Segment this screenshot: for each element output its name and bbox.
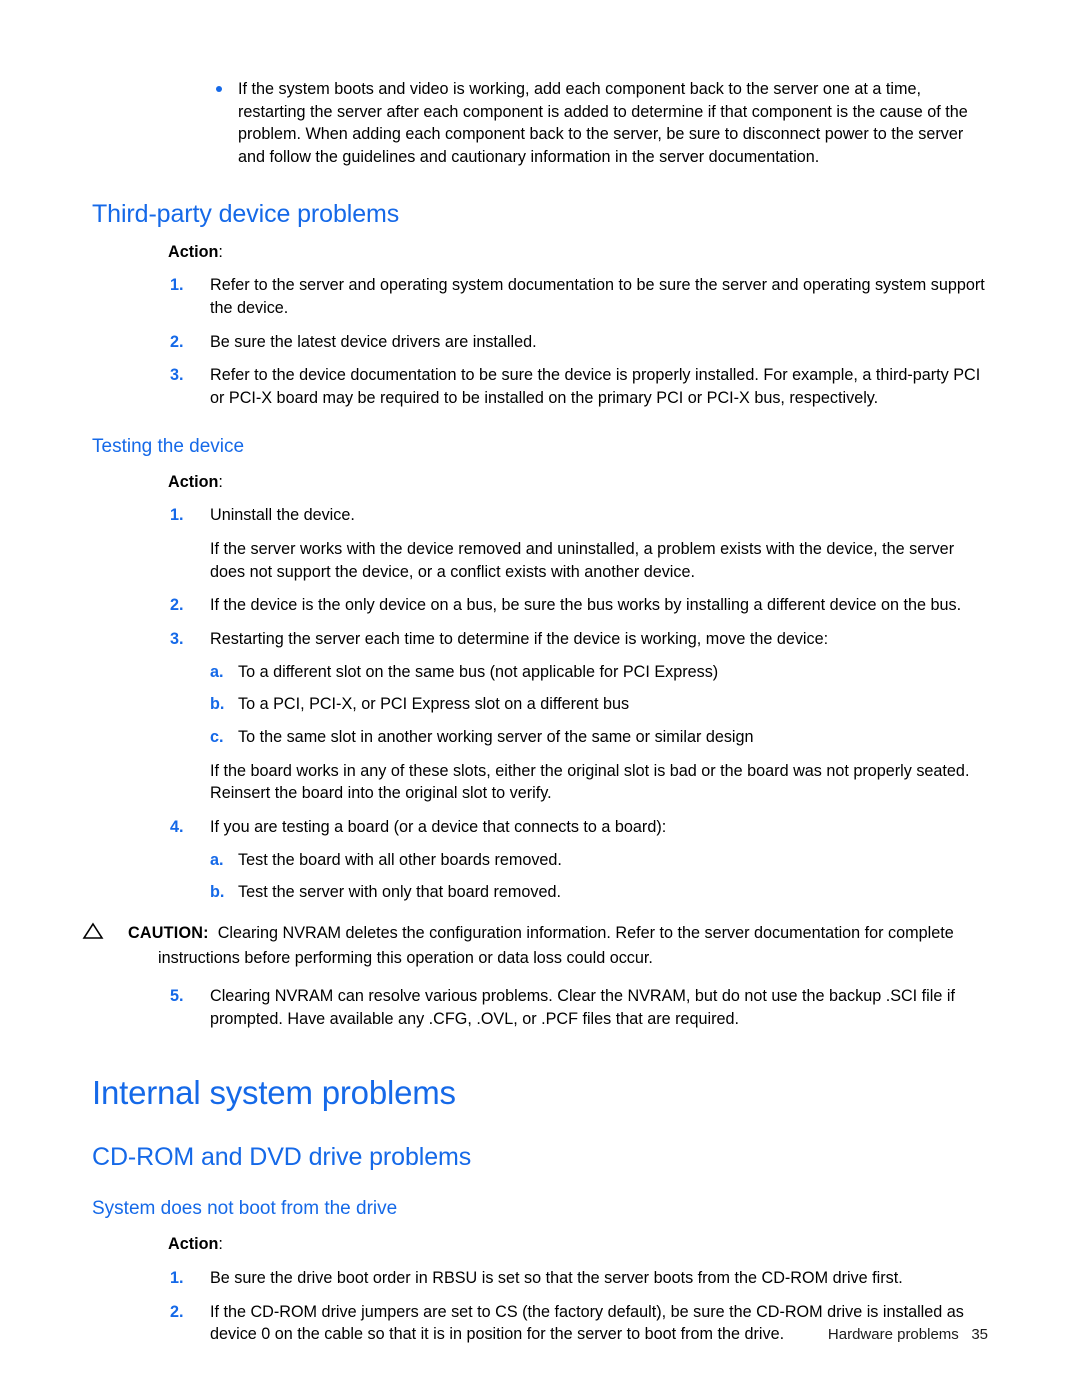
action-label-cdrom: Action: [92, 1233, 988, 1256]
heading-cdrom-dvd-drive-problems: CD-ROM and DVD drive problems [92, 1143, 472, 1172]
numbered-list-item: 3. Restarting the server each time to de… [92, 628, 988, 651]
caution-text: CAUTION: Clearing NVRAM deletes the conf… [82, 922, 988, 969]
heading-third-party-device-problems: Third-party device problems [92, 199, 400, 228]
list-marker: 1. [170, 1268, 184, 1287]
page-content: If the system boots and video is working… [82, 78, 988, 1346]
continuation-paragraph: If the board works in any of these slots… [92, 760, 988, 805]
continuation-paragraph: If the server works with the device remo… [92, 538, 988, 583]
lettered-list-item: c. To the same slot in another working s… [92, 726, 988, 749]
action-label-bold-text: Action [168, 1235, 219, 1254]
lettered-list-item: b. Test the server with only that board … [92, 881, 988, 904]
list-marker: 4. [170, 817, 184, 836]
list-marker: 2. [170, 596, 184, 615]
caution-keyword: CAUTION: [128, 923, 209, 942]
numbered-list-item: 4. If you are testing a board (or a devi… [92, 816, 988, 839]
numbered-list-item: 3. Refer to the device documentation to … [92, 364, 988, 409]
list-marker: 3. [170, 629, 184, 648]
action-label-colon: : [218, 242, 223, 261]
footer-spacer [959, 1326, 972, 1343]
action-label-testing: Action: [92, 471, 988, 494]
list-item-text: Restarting the server each time to deter… [210, 629, 829, 648]
lettered-list-item: a. To a different slot on the same bus (… [92, 661, 988, 684]
list-marker: 2. [170, 1302, 184, 1321]
list-item-text: To the same slot in another working serv… [238, 727, 754, 746]
bullet-item-text: If the system boots and video is working… [238, 80, 968, 167]
list-marker: 3. [170, 366, 184, 385]
footer-page-number: 35 [971, 1326, 988, 1343]
list-item-text: If you are testing a board (or a device … [210, 817, 667, 836]
list-marker: a. [210, 850, 224, 869]
action-label-colon: : [218, 1235, 223, 1254]
list-marker: 1. [170, 276, 184, 295]
list-item-text: Be sure the latest device drivers are in… [210, 332, 537, 351]
caution-body-text: Clearing NVRAM deletes the configuration… [158, 923, 954, 967]
list-marker: 1. [170, 506, 184, 525]
list-item-text: To a PCI, PCI-X, or PCI Express slot on … [238, 695, 630, 714]
list-item-text: Clearing NVRAM can resolve various probl… [210, 987, 955, 1029]
heading-internal-system-problems: Internal system problems [92, 1073, 456, 1111]
continuation-text: If the board works in any of these slots… [210, 761, 970, 803]
numbered-list-item: 1. Refer to the server and operating sys… [92, 274, 988, 319]
list-marker: a. [210, 662, 224, 681]
list-item-text: Be sure the drive boot order in RBSU is … [210, 1268, 903, 1287]
list-marker: c. [210, 727, 224, 746]
page-footer: Hardware problems 35 [828, 1326, 988, 1343]
list-marker: b. [210, 695, 225, 714]
list-marker: b. [210, 883, 225, 902]
continuation-text: If the server works with the device remo… [210, 539, 955, 581]
caution-spacer [209, 924, 218, 942]
action-label-bold-text: Action [168, 242, 219, 261]
list-item-text: Test the server with only that board rem… [238, 883, 562, 902]
list-marker: 5. [170, 987, 184, 1006]
heading-system-does-not-boot-from-drive: System does not boot from the drive [92, 1198, 398, 1220]
list-item-text: If the device is the only device on a bu… [210, 596, 962, 615]
caution-note: CAUTION: Clearing NVRAM deletes the conf… [82, 922, 988, 969]
list-item-text: Uninstall the device. [210, 506, 355, 525]
action-label-third-party: Action: [92, 241, 988, 264]
numbered-list-item: 2. If the device is the only device on a… [92, 594, 988, 617]
numbered-list-item: 5. Clearing NVRAM can resolve various pr… [92, 985, 988, 1030]
list-item-text: To a different slot on the same bus (not… [238, 662, 719, 681]
numbered-list-item: 1. Be sure the drive boot order in RBSU … [92, 1267, 988, 1290]
list-item-text: Refer to the device documentation to be … [210, 366, 981, 408]
bullet-list-item: If the system boots and video is working… [92, 78, 988, 169]
heading-testing-the-device: Testing the device [92, 435, 245, 457]
list-item-text: Test the board with all other boards rem… [238, 850, 562, 869]
list-marker: 2. [170, 332, 184, 351]
lettered-list-item: a. Test the board with all other boards … [92, 849, 988, 872]
action-label-bold-text: Action [168, 472, 219, 491]
numbered-list-item: 2. Be sure the latest device drivers are… [92, 331, 988, 354]
numbered-list-item: 1. Uninstall the device. [92, 504, 988, 527]
bullet-dot-icon [216, 86, 222, 92]
list-item-text: Refer to the server and operating system… [210, 276, 985, 318]
action-label-colon: : [218, 472, 223, 491]
document-page: If the system boots and video is working… [0, 0, 1080, 1397]
footer-chapter-title: Hardware problems [827, 1326, 959, 1343]
lettered-list-item: b. To a PCI, PCI-X, or PCI Express slot … [92, 693, 988, 716]
